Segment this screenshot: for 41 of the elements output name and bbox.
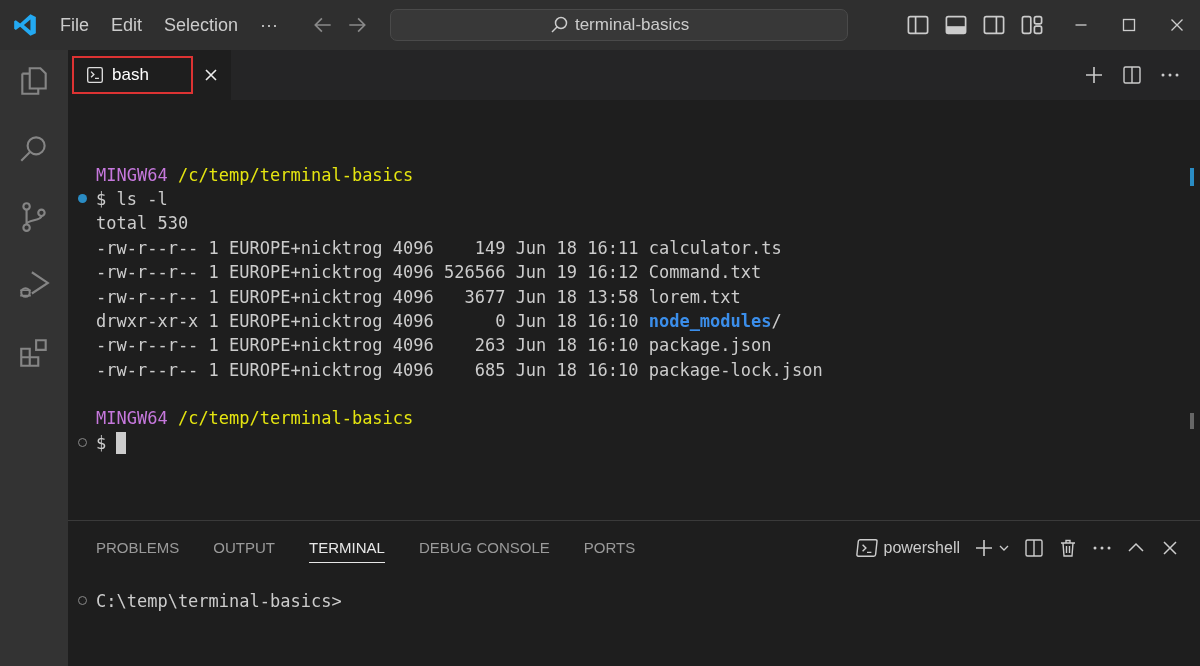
scrollbar-marker — [1190, 168, 1194, 186]
prompt-line: MINGW64 /c/temp/terminal-basics — [96, 408, 414, 429]
terminal-icon — [86, 66, 104, 84]
editor-tab[interactable]: bash — [68, 50, 231, 100]
customize-layout-icon[interactable] — [1020, 13, 1044, 37]
menu-item[interactable]: Selection — [164, 14, 239, 36]
menu-item[interactable]: File — [60, 14, 89, 36]
panel-tab[interactable]: PROBLEMS — [96, 533, 180, 563]
scrollbar-marker — [1190, 413, 1194, 429]
file-listing-line: -rw-r--r-- 1 EUROPE+nicktrog 4096 263 Jun 18 16:10 package.json — [96, 335, 772, 356]
split-icon[interactable] — [1122, 65, 1142, 85]
sidebar-layout-icon[interactable] — [906, 13, 930, 37]
panel-tab[interactable]: OUTPUT — [213, 533, 276, 563]
prompt-line: MINGW64 /c/temp/terminal-basics — [96, 164, 414, 185]
file-listing-line: drwxr-xr-x 1 EUROPE+nicktrog 4096 0 Jun 18 16:10 node_modules/ — [96, 310, 782, 331]
file-listing-line: -rw-r--r-- 1 EUROPE+nicktrog 4096 3677 Jun 18 13:58 lorem.txt — [96, 286, 741, 307]
output-line: total 530 — [96, 213, 189, 234]
file-listing-line: -rw-r--r-- 1 EUROPE+nicktrog 4096 685 Jun 18 16:10 package-lock.json — [96, 359, 823, 380]
terminal-icon — [855, 537, 878, 559]
status-dot-icon[interactable] — [78, 193, 87, 203]
panel-tab[interactable]: DEBUG CONSOLE — [418, 533, 550, 563]
secondary-sidebar-icon[interactable] — [982, 13, 1006, 37]
add-icon[interactable] — [1084, 65, 1104, 85]
command-line: $ ls -l — [96, 188, 168, 209]
file-listing-line: -rw-r--r-- 1 EUROPE+nicktrog 4096 526566 Jun 19 16:12 Command.txt — [96, 262, 762, 283]
trash-icon[interactable] — [1058, 538, 1078, 558]
add-icon[interactable] — [974, 538, 994, 558]
panel-tab[interactable]: PORTS — [583, 533, 636, 563]
panel-layout-icon[interactable] — [944, 13, 968, 37]
panel-tab[interactable]: TERMINAL — [309, 533, 385, 563]
command-line: $ — [96, 432, 107, 453]
split-icon[interactable] — [1024, 538, 1044, 558]
search-field[interactable]: terminal-basics — [390, 9, 849, 41]
command-line: C:\temp\terminal-basics> — [96, 591, 342, 612]
menu-item[interactable]: ··· — [260, 14, 279, 36]
highlight-box: bash — [72, 56, 193, 94]
menu-item[interactable]: Edit — [111, 14, 143, 36]
close-icon[interactable] — [202, 67, 219, 83]
vscode-logo-icon — [12, 12, 38, 38]
file-listing-line: -rw-r--r-- 1 EUROPE+nicktrog 4096 149 Jun 18 16:11 calculator.ts — [96, 237, 782, 258]
shell-selector[interactable]: powershell — [855, 537, 960, 559]
